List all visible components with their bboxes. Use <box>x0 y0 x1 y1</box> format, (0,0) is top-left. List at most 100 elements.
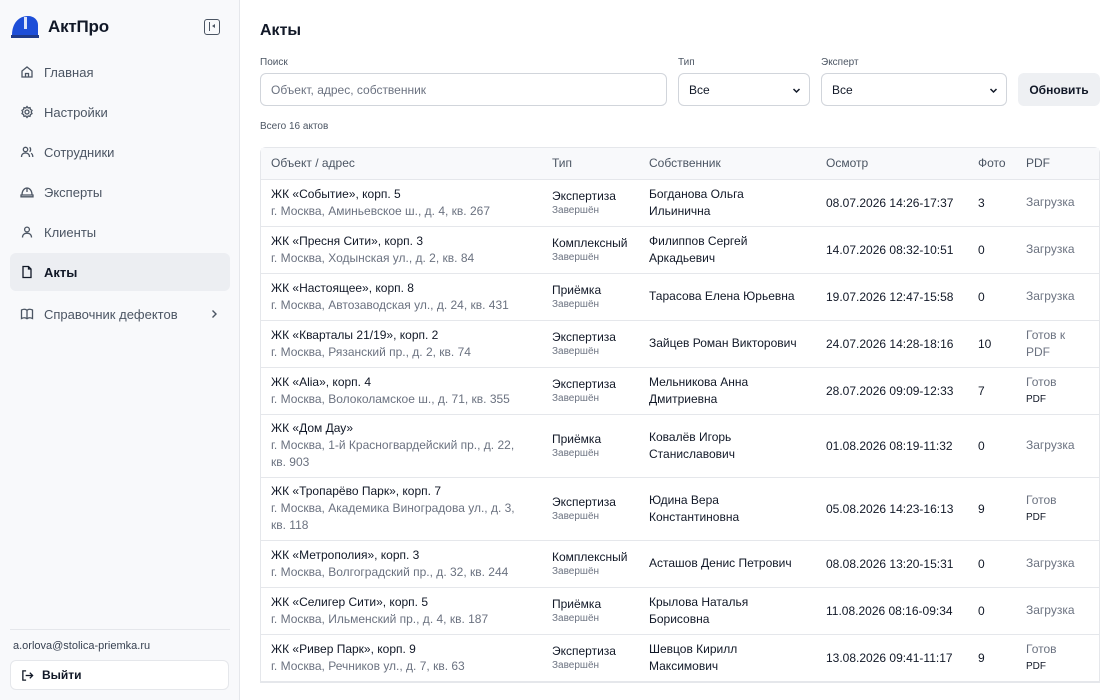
cell-inspection: 08.07.2026 14:26-17:37 <box>816 179 968 227</box>
cell-pdf[interactable]: Загрузка <box>1016 587 1099 635</box>
pdf-status: Загрузка <box>1026 289 1075 303</box>
sidebar-item-clients[interactable]: Клиенты <box>10 213 230 251</box>
expert-filter-value: Все <box>832 82 853 97</box>
expert-filter-select[interactable]: Все <box>821 73 1007 106</box>
sidebar-item-label: Главная <box>44 64 94 80</box>
act-type: Комплексный <box>552 235 628 250</box>
cell-type: Экспертиза Завершён <box>542 477 639 541</box>
cell-photos: 0 <box>968 273 1016 321</box>
table-row[interactable]: ЖК «Метрополия», корп. 3 г. Москва, Волго… <box>261 540 1099 588</box>
act-status: Завершён <box>552 447 600 459</box>
table-row[interactable]: ЖК «Дом Дау» г. Москва, 1-й Красногвардей… <box>261 414 1099 478</box>
act-type: Приёмка <box>552 596 602 611</box>
brand[interactable]: АктПро <box>10 12 109 42</box>
acts-table: Объект / адрес Тип Собственник Осмотр Фо… <box>260 147 1100 683</box>
cell-photos: 0 <box>968 587 1016 635</box>
page-title: Акты <box>260 22 302 39</box>
column-header-photos[interactable]: Фото <box>968 148 1016 180</box>
cell-owner: Шевцов Кирилл Максимович <box>639 634 816 682</box>
logout-button[interactable]: Выйти <box>10 660 229 690</box>
cell-pdf[interactable]: Загрузка <box>1016 540 1099 588</box>
column-header-object[interactable]: Объект / адрес <box>261 148 542 180</box>
pdf-status: Загрузка <box>1026 438 1075 452</box>
column-header-inspection[interactable]: Осмотр <box>816 148 968 180</box>
user-email: a.orlova@stolica-priemka.ru <box>13 640 151 652</box>
act-status: Завершён <box>552 251 600 263</box>
cell-object: ЖК «Дом Дау» г. Москва, 1-й Красногвардей… <box>261 414 542 478</box>
act-status: Завершён <box>552 392 600 404</box>
cell-owner: Зайцев Роман Викторович <box>639 320 816 368</box>
table-row[interactable]: ЖК «Пресня Сити», корп. 3 г. Москва, Ходы… <box>261 226 1099 274</box>
act-status: Завершён <box>552 345 600 357</box>
user-icon <box>20 225 34 239</box>
cell-pdf[interactable]: Загрузка <box>1016 179 1099 227</box>
table-row[interactable]: ЖК «Селигер Сити», корп. 5 г. Москва, Иль… <box>261 587 1099 635</box>
cell-object: ЖК «Событие», корп. 5 г. Москва, Аминьевс… <box>261 179 542 227</box>
cell-photos: 7 <box>968 367 1016 415</box>
act-status: Завершён <box>552 659 600 671</box>
object-address: г. Москва, Аминьевское ш., д. 4, кв. 267 <box>271 203 490 218</box>
cell-inspection: 24.07.2026 14:28-18:16 <box>816 320 968 368</box>
cell-owner: Мельникова Анна Дмитриевна <box>639 367 816 415</box>
object-name: ЖК «Кварталы 21/19», корп. 2 <box>271 327 439 342</box>
cell-inspection: 14.07.2026 08:32-10:51 <box>816 226 968 274</box>
table-row[interactable]: ЖК «Событие», корп. 5 г. Москва, Аминьевс… <box>261 179 1099 227</box>
table-row[interactable]: ЖК «Настоящее», корп. 8 г. Москва, Автоза… <box>261 273 1099 321</box>
helmet-icon <box>20 185 34 199</box>
table-row[interactable]: ЖК «Тропарёво Парк», корп. 7 г. Москва, А… <box>261 477 1099 541</box>
search-input[interactable] <box>260 73 667 106</box>
column-header-type[interactable]: Тип <box>542 148 639 180</box>
sidebar-item-employees[interactable]: Сотрудники <box>10 133 230 171</box>
cell-type: Экспертиза Завершён <box>542 367 639 415</box>
pdf-status: Загрузка <box>1026 556 1075 570</box>
sidebar-footer: a.orlova@stolica-priemka.ru Выйти <box>10 629 230 690</box>
object-address: г. Москва, Волоколамское ш., д. 71, кв. … <box>271 391 510 406</box>
sidebar-item-label: Акты <box>44 264 78 280</box>
sidebar-item-acts[interactable]: Акты <box>10 253 230 291</box>
cell-photos: 9 <box>968 477 1016 541</box>
cell-photos: 0 <box>968 414 1016 478</box>
act-type: Приёмка <box>552 282 602 297</box>
cell-photos: 0 <box>968 226 1016 274</box>
collapse-sidebar-icon[interactable] <box>204 19 220 35</box>
cell-pdf[interactable]: Загрузка <box>1016 226 1099 274</box>
sidebar-item-home[interactable]: Главная <box>10 53 230 91</box>
object-name: ЖК «Дом Дау» <box>271 421 354 435</box>
cell-inspection: 13.08.2026 09:41-11:17 <box>816 634 968 682</box>
cell-pdf[interactable]: Загрузка <box>1016 414 1099 478</box>
logout-icon <box>22 669 34 681</box>
refresh-button[interactable]: Обновить <box>1018 73 1100 106</box>
sidebar-nav: Главная Настройки Сотрудники Эксперты Кл… <box>10 53 230 335</box>
sidebar-item-defects-reference[interactable]: Справочник дефектов <box>10 295 230 333</box>
table-row[interactable]: ЖК «Кварталы 21/19», корп. 2 г. Москва, Р… <box>261 320 1099 368</box>
cell-pdf[interactable]: Загрузка <box>1016 273 1099 321</box>
cell-pdf[interactable]: Готов к PDF <box>1016 320 1099 368</box>
sidebar-item-label: Сотрудники <box>44 144 115 160</box>
object-name: ЖК «Настоящее», корп. 8 <box>271 280 414 295</box>
cell-object: ЖК «Ривер Парк», корп. 9 г. Москва, Речни… <box>261 634 542 682</box>
table-row[interactable]: ЖК «Ривер Парк», корп. 9 г. Москва, Речни… <box>261 634 1099 682</box>
act-status: Завершён <box>552 565 600 577</box>
cell-object: ЖК «Метрополия», корп. 3 г. Москва, Волго… <box>261 540 542 588</box>
cell-owner: Юдина Вера Константиновна <box>639 477 816 541</box>
chevron-right-icon <box>212 310 217 318</box>
column-header-pdf[interactable]: PDF <box>1016 148 1099 180</box>
table-row[interactable]: ЖК «Alia», корп. 4 г. Москва, Волоколамск… <box>261 367 1099 415</box>
cell-type: Экспертиза Завершён <box>542 179 639 227</box>
logout-label: Выйти <box>42 668 82 682</box>
sidebar-item-settings[interactable]: Настройки <box>10 93 230 131</box>
type-filter-label: Тип <box>678 57 695 68</box>
object-name: ЖК «Alia», корп. 4 <box>271 374 372 389</box>
column-header-owner[interactable]: Собственник <box>639 148 816 180</box>
object-name: ЖК «Пресня Сити», корп. 3 <box>271 233 423 248</box>
cell-pdf[interactable]: Готов PDF <box>1016 634 1099 682</box>
sidebar-item-experts[interactable]: Эксперты <box>10 173 230 211</box>
gear-icon <box>20 105 34 119</box>
brand-name: АктПро <box>48 17 109 36</box>
type-filter-select[interactable]: Все <box>678 73 810 106</box>
cell-inspection: 28.07.2026 09:09-12:33 <box>816 367 968 415</box>
act-type: Комплексный <box>552 549 628 564</box>
cell-type: Приёмка Завершён <box>542 273 639 321</box>
cell-pdf[interactable]: Готов PDF <box>1016 477 1099 541</box>
cell-pdf[interactable]: Готов PDF <box>1016 367 1099 415</box>
